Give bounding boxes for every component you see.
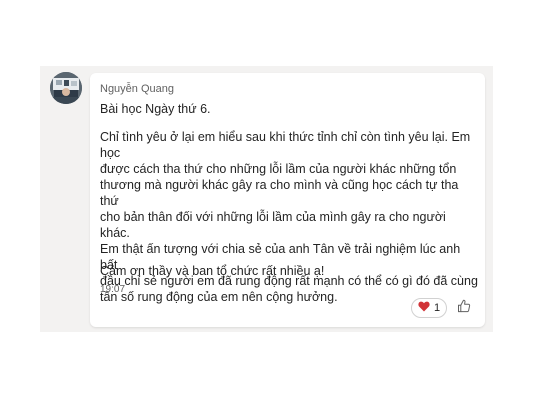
message-body: Chỉ tình yêu ở lại em hiểu sau khi thức … [100,129,478,305]
message-bubble[interactable]: Nguyễn Quang Bài học Ngày thứ 6. Chỉ tìn… [90,73,485,327]
reaction-count: 1 [434,302,441,314]
message-title: Bài học Ngày thứ 6. [100,102,211,116]
heart-reaction-button[interactable]: 1 [411,298,448,318]
message-body-line: cho bản thân đối với những lỗi lầm của m… [100,210,446,240]
message-body-line: Chỉ tình yêu ở lại em hiểu sau khi thức … [100,130,471,160]
message-timestamp: 19:07 [100,284,126,295]
message-thanks: Cảm ơn thầy và ban tổ chức rất nhiều ạ! [100,264,325,278]
message-body-line: thương mà người khác gây ra cho mình và … [100,178,459,208]
thumbs-up-icon [457,299,471,318]
heart-icon [418,299,430,317]
avatar-photo [50,72,82,104]
message-body-line: được cách tha thứ cho những lỗi lầm của … [100,162,457,176]
like-button[interactable] [455,299,473,317]
sender-name: Nguyễn Quang [100,83,174,95]
avatar[interactable] [50,72,82,104]
